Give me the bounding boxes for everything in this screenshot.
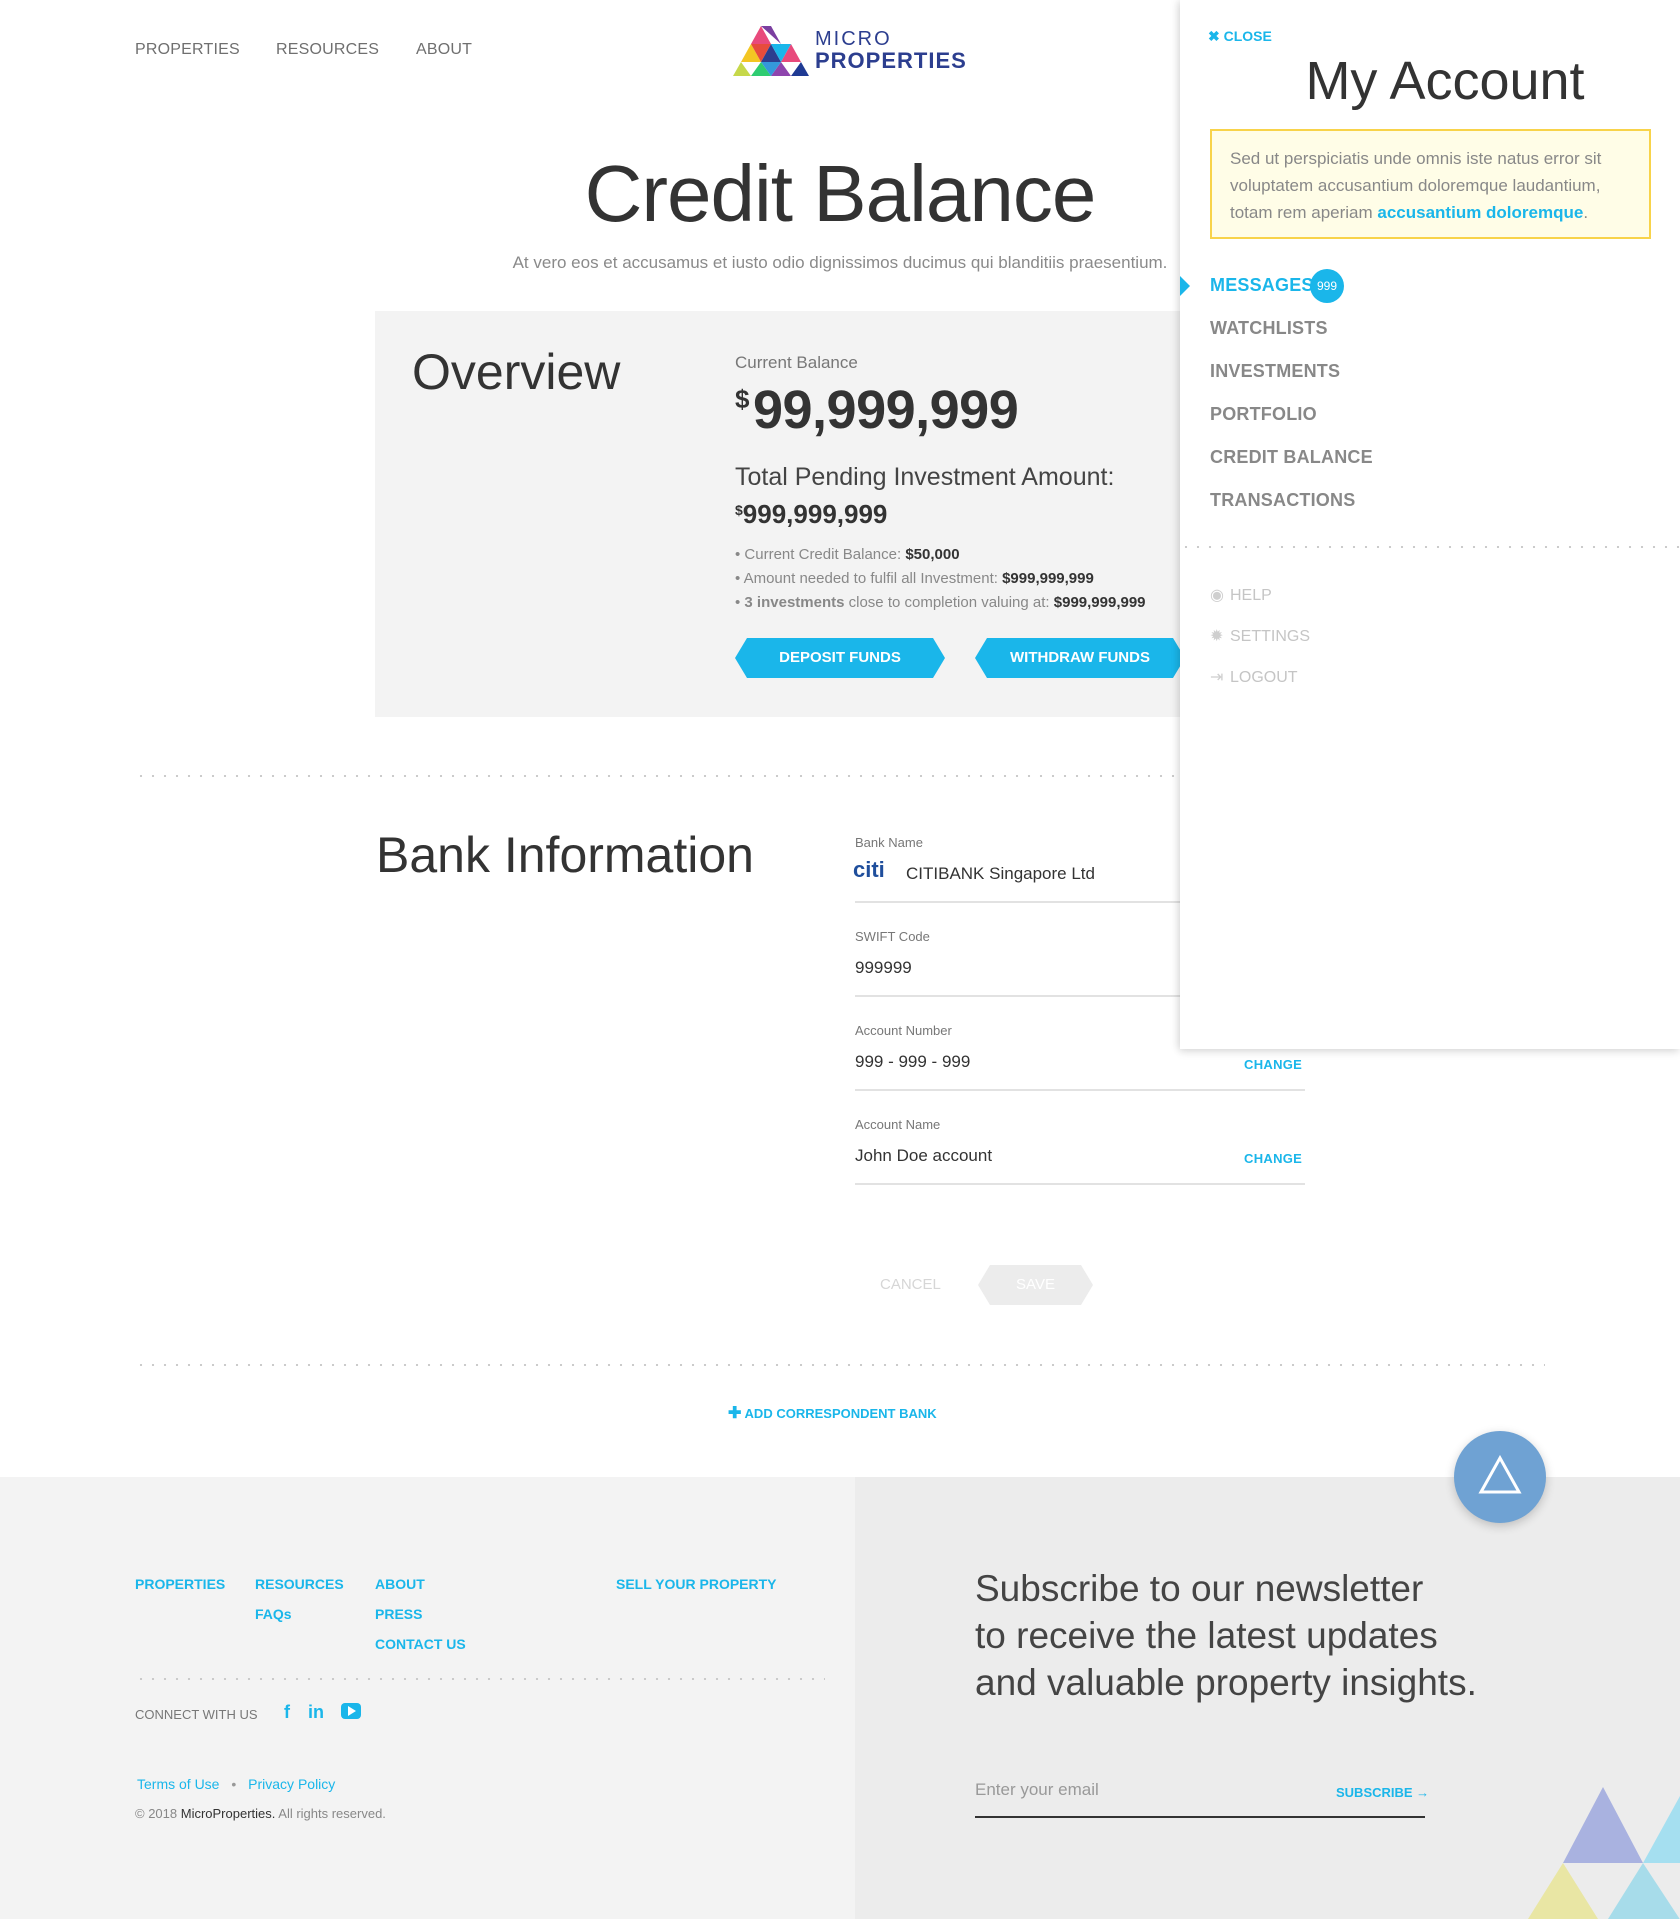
footer-resources-link[interactable]: RESOURCES [255,1576,344,1592]
account-notice: Sed ut perspiciatis unde omnis iste natu… [1210,129,1651,239]
logout-icon: ⇥ [1210,669,1224,686]
logo-text-properties: PROPERTIES [815,48,967,73]
logo[interactable]: MICRO PROPERTIES [733,26,966,76]
bullet-amount-needed: • Amount needed to fulfil all Investment… [735,570,1094,587]
notice-link[interactable]: accusantium doloremque [1377,203,1583,222]
nav-resources[interactable]: RESOURCES [276,41,379,59]
citi-logo: citi [853,857,885,882]
add-correspondent-bank-link[interactable]: ✚ ADD CORRESPONDENT BANK [728,1403,937,1423]
deposit-funds-button[interactable]: DEPOSIT FUNDS [735,638,945,678]
active-pointer-icon [1180,276,1190,296]
facebook-icon[interactable]: f [284,1702,290,1723]
account-name-underline [855,1183,1305,1185]
email-input[interactable]: Enter your email [975,1780,1099,1800]
menu-help[interactable]: ◉ HELP [1210,585,1272,605]
footer-about-link[interactable]: ABOUT [375,1576,425,1592]
terms-link[interactable]: Terms of Use [137,1776,219,1792]
footer-faqs-link[interactable]: FAQs [255,1606,292,1622]
gear-icon: ✹ [1210,628,1224,645]
footer-press-link[interactable]: PRESS [375,1606,422,1622]
nav-about[interactable]: ABOUT [416,41,472,59]
cancel-button[interactable]: CANCEL [880,1276,941,1293]
legal-links: Terms of Use • Privacy Policy [137,1776,335,1792]
account-name-label: Account Name [855,1117,941,1132]
account-number-underline [855,1089,1305,1091]
menu-messages[interactable]: MESSAGES [1210,275,1314,296]
footer-contact-link[interactable]: CONTACT US [375,1636,466,1652]
pending-investment-value: $999,999,999 [735,499,888,529]
connect-label: CONNECT WITH US [135,1707,258,1722]
change-account-name-link[interactable]: CHANGE [1244,1151,1302,1166]
change-account-number-link[interactable]: CHANGE [1244,1057,1302,1072]
separator-dot: • [231,1776,237,1792]
pending-investment-label: Total Pending Investment Amount: [735,463,1115,491]
decorative-triangles [1528,1787,1680,1919]
overview-title: Overview [412,344,621,400]
bank-name-value: CITIBANK Singapore Ltd [906,864,1095,883]
nav-properties[interactable]: PROPERTIES [135,41,240,59]
save-button[interactable]: SAVE [978,1265,1093,1305]
balance-bullets: • Current Credit Balance: $50,000 • Amou… [735,543,1146,615]
menu-portfolio[interactable]: PORTFOLIO [1210,404,1317,425]
menu-logout[interactable]: ⇥ LOGOUT [1210,667,1298,687]
overview-card: Overview Current Balance $99,999,999 Tot… [375,311,1305,717]
current-balance-value: $99,999,999 [735,380,1019,440]
close-icon: ✖ [1208,28,1220,44]
footer-sell-property-link[interactable]: SELL YOUR PROPERTY [616,1576,777,1592]
close-button[interactable]: ✖ CLOSE [1208,28,1272,45]
account-number-value: 999 - 999 - 999 [855,1052,971,1071]
panel-divider [1180,546,1680,548]
footer-links-area [0,1477,855,1919]
bank-info-title: Bank Information [376,827,754,883]
account-name-value: John Doe account [855,1146,993,1165]
current-balance-label: Current Balance [735,353,858,372]
logo-mark [733,26,809,76]
youtube-icon[interactable] [341,1703,361,1719]
divider [135,1364,1545,1366]
my-account-panel: ✖ CLOSE My Account Sed ut perspiciatis u… [1180,0,1680,1049]
swift-code-label: SWIFT Code [855,929,930,944]
bullet-investments-closing: • 3 investments close to completion valu… [735,594,1146,611]
menu-transactions[interactable]: TRANSACTIONS [1210,490,1355,511]
my-account-title: My Account [1305,51,1585,111]
swift-code-value: 999999 [855,958,912,977]
menu-credit-balance[interactable]: CREDIT BALANCE [1210,447,1373,468]
linkedin-icon[interactable]: in [308,1702,324,1723]
bullet-credit-balance: • Current Credit Balance: $50,000 [735,546,960,563]
subscribe-button[interactable]: SUBSCRIBE → [1336,1785,1429,1800]
menu-settings[interactable]: ✹ SETTINGS [1210,626,1310,646]
help-icon: ◉ [1210,587,1224,604]
scroll-to-top-button[interactable] [1454,1431,1546,1523]
newsletter-heading: Subscribe to our newsletter to receive t… [975,1568,1477,1703]
withdraw-funds-button[interactable]: WITHDRAW FUNDS [975,638,1185,678]
footer-divider [135,1678,825,1680]
messages-count-badge: 999 [1310,269,1344,303]
triangle-up-icon [1478,1455,1522,1494]
account-number-label: Account Number [855,1023,952,1038]
plus-icon: ✚ [728,1405,742,1422]
menu-watchlists[interactable]: WATCHLISTS [1210,318,1328,339]
privacy-link[interactable]: Privacy Policy [248,1776,335,1792]
bank-name-label: Bank Name [855,835,923,850]
footer-properties-link[interactable]: PROPERTIES [135,1576,225,1592]
email-underline [975,1816,1425,1818]
copyright: © 2018 MicroProperties. All rights reser… [135,1806,386,1821]
menu-investments[interactable]: INVESTMENTS [1210,361,1340,382]
